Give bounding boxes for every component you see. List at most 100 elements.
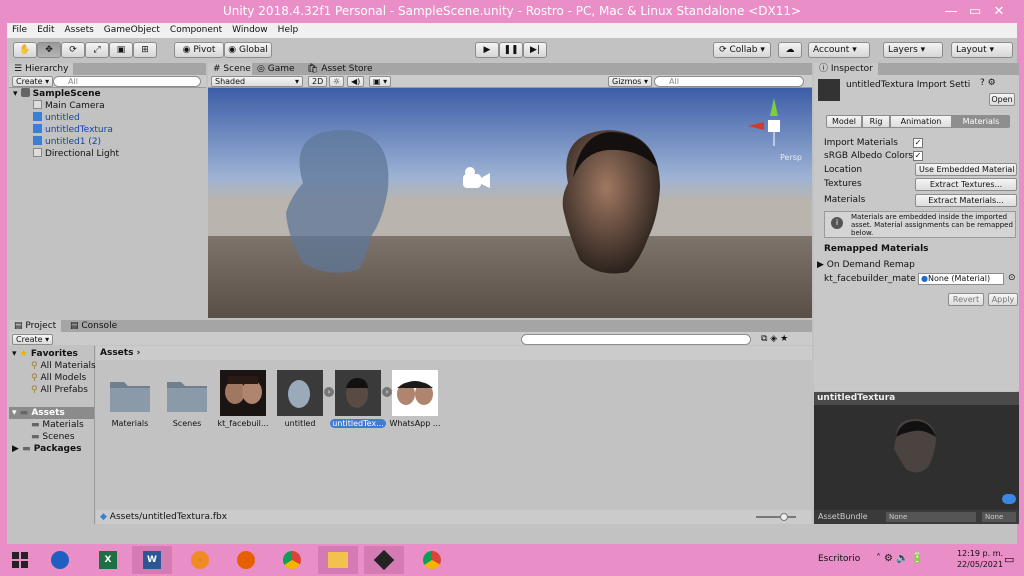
preview-head-model[interactable] [884,417,944,479]
2d-toggle[interactable]: 2D [308,76,328,87]
tab-game[interactable]: ◎ Game [252,63,300,75]
open-button[interactable]: Open [989,93,1015,106]
tab-animation[interactable]: Animation [890,115,952,128]
favorites-row[interactable]: ▾ ★ Favorites [9,348,94,360]
hierarchy-item[interactable]: Main Camera [9,100,206,112]
pivot-toggle[interactable]: ◉ Pivot [174,42,224,58]
scene-viewport[interactable]: Persp [208,88,812,318]
system-tray-icons[interactable]: ˄⚙🔈🔋 [876,553,927,564]
menu-component[interactable]: Component [165,23,227,38]
revert-button[interactable]: Revert [948,293,984,306]
hierarchy-search-input[interactable]: All [53,76,201,87]
collab-button[interactable]: ⟳ Collab ▾ [713,42,771,58]
rect-tool-icon[interactable]: ▣ [109,42,133,58]
tab-rig[interactable]: Rig [862,115,890,128]
chrome-icon[interactable] [272,546,312,574]
persp-label[interactable]: Persp [780,153,802,162]
move-tool-icon[interactable]: ✥ [37,42,61,58]
project-create-dropdown[interactable]: Create ▾ [12,334,54,345]
close-icon[interactable]: ✕ [979,0,1019,23]
tab-console[interactable]: ▤ Console [65,320,123,332]
hand-tool-icon[interactable]: ✋ [13,42,37,58]
texture-thumbnail[interactable] [220,370,266,416]
object-picker-icon[interactable]: ⊙ [1008,273,1016,283]
global-toggle[interactable]: ◉ Global [224,42,272,58]
chrome-profile-icon[interactable] [412,546,452,574]
tab-inspector[interactable]: ⓘ Inspector [814,63,878,75]
file-explorer-icon[interactable] [318,546,358,574]
zoom-slider[interactable] [756,516,796,518]
breadcrumb-assets[interactable]: Assets [100,348,133,358]
pause-icon[interactable]: ❚❚ [499,42,523,58]
project-search-input[interactable] [521,334,751,345]
play-icon[interactable]: ▶ [475,42,499,58]
apply-button[interactable]: Apply [988,293,1018,306]
extract-materials-button[interactable]: Extract Materials... [915,194,1017,207]
assets-row[interactable]: ▾ ▬ Assets [9,407,94,419]
shading-dropdown[interactable]: Shaded ▾ [211,76,303,87]
scale-tool-icon[interactable]: ⤢ [85,42,109,58]
excel-icon[interactable]: X [88,546,128,574]
tag-icon[interactable] [1002,494,1016,504]
asset-item-label[interactable]: WhatsApp ... [387,419,443,428]
asset-item-label[interactable]: kt_facebuil... [215,419,271,428]
layout-dropdown[interactable]: Layout ▾ [951,42,1013,58]
scene-root-row[interactable]: ▾ SampleScene [9,88,206,100]
tab-hierarchy[interactable]: ☰ Hierarchy [9,63,74,75]
hierarchy-item[interactable]: untitled1 (2) [9,136,206,148]
assetbundle-name-dropdown[interactable]: None [886,512,976,522]
windows-start-icon[interactable] [0,546,40,574]
account-dropdown[interactable]: Account ▾ [808,42,870,58]
hierarchy-item[interactable]: untitled [9,112,206,124]
favorite-item[interactable]: ⚲ All Materials [9,360,96,372]
menu-edit[interactable]: Edit [32,23,59,38]
model-thumbnail[interactable] [335,370,381,416]
hierarchy-create-dropdown[interactable]: Create ▾ [12,76,54,87]
asset-item-label[interactable]: Materials [102,419,158,428]
menu-assets[interactable]: Assets [60,23,99,38]
desktop-toolbar-label[interactable]: Escritorio [818,554,860,564]
step-icon[interactable]: ▶| [523,42,547,58]
tab-model[interactable]: Model [826,115,862,128]
model-thumbnail[interactable] [277,370,323,416]
packages-row[interactable]: ▶ ▬ Packages [9,443,94,455]
zoom-slider-thumb[interactable] [780,513,788,521]
menu-help[interactable]: Help [273,23,304,38]
inspector-help-icon[interactable]: ? ⚙ [980,78,996,88]
menu-gameobject[interactable]: GameObject [99,23,165,38]
transform-tool-icon[interactable]: ⊞ [133,42,157,58]
hierarchy-item[interactable]: untitledTextura [9,124,206,136]
extract-textures-button[interactable]: Extract Textures... [915,178,1017,191]
firefox-icon[interactable] [226,546,266,574]
settings-app-icon[interactable] [180,546,220,574]
effects-toggle-icon[interactable]: ▣ ▾ [369,76,392,87]
word-icon[interactable]: W [132,546,172,574]
srgb-checkbox[interactable]: ✓ [913,151,923,161]
gizmos-dropdown[interactable]: Gizmos ▾ [608,76,653,87]
folder-icon[interactable] [107,370,153,416]
lighting-toggle-icon[interactable]: ☼ [329,76,345,87]
import-materials-checkbox[interactable]: ✓ [913,138,923,148]
location-dropdown[interactable]: Use Embedded Material ▾ [915,163,1017,176]
rotate-tool-icon[interactable]: ⟳ [61,42,85,58]
scene-search-input[interactable]: All [654,76,804,87]
asset-item-label[interactable]: untitled [272,419,328,428]
menu-window[interactable]: Window [227,23,273,38]
tab-asset-store[interactable]: 🛍 Asset Store [302,63,378,75]
hierarchy-item[interactable]: Directional Light [9,148,206,160]
search-app-icon[interactable] [40,546,80,574]
favorite-item[interactable]: ⚲ All Models [9,372,94,384]
tab-project[interactable]: ▤ Project [9,320,62,332]
unity-taskbar-icon[interactable] [364,546,404,574]
on-demand-remap-foldout[interactable]: ▶ On Demand Remap [814,259,1019,271]
asset-item-label[interactable]: Scenes [159,419,215,428]
menu-file[interactable]: File [7,23,32,38]
tab-materials[interactable]: Materials [952,115,1010,128]
asset-folder-item[interactable]: ▬ Materials [9,419,94,431]
asset-folder-item[interactable]: ▬ Scenes [9,431,94,443]
folder-icon[interactable] [164,370,210,416]
cloud-icon[interactable]: ☁ [778,42,802,58]
clock[interactable]: 12:19 p. m. 22/05/2021 [950,548,1010,570]
tab-scene[interactable]: # Scene [208,63,256,75]
assetbundle-variant-dropdown[interactable]: None [982,512,1016,522]
